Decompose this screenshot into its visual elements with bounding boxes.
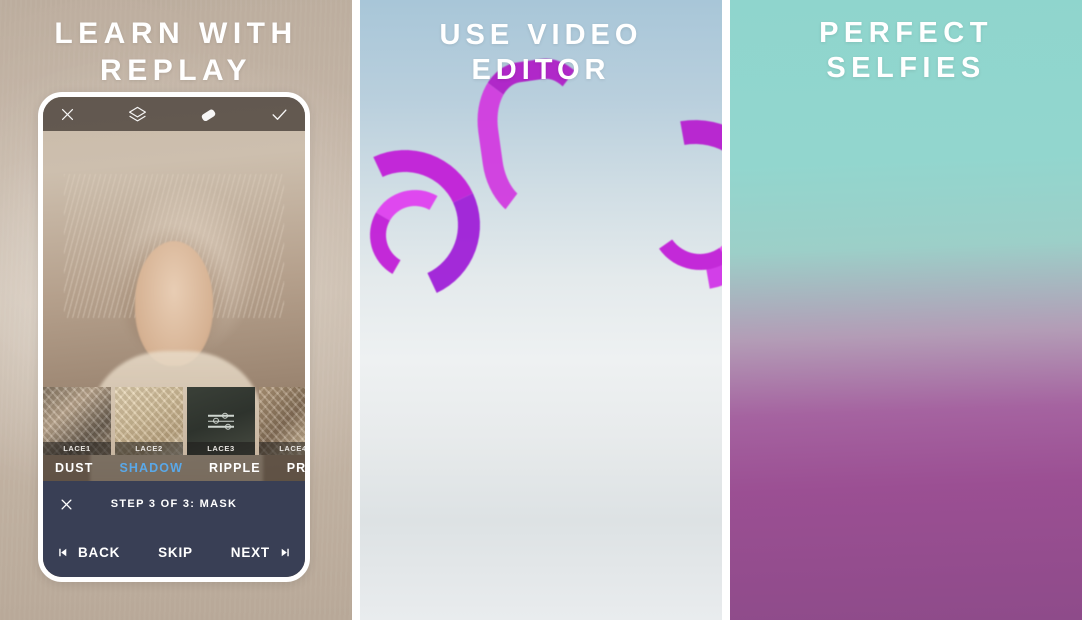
panel-divider-1 [352, 0, 360, 620]
panel-divider-2 [722, 0, 730, 620]
filter-thumbnail-lace3[interactable]: LACE3 [187, 387, 255, 455]
thumbnail-label: LACE4 [259, 442, 305, 455]
tutorial-step-title: STEP 3 OF 3: MASK [110, 498, 238, 510]
next-button[interactable]: NEXT [231, 545, 292, 560]
layers-icon[interactable] [128, 105, 147, 124]
next-label: NEXT [230, 544, 270, 560]
adjust-sliders-icon [208, 412, 234, 430]
panel-1-title: LEARN WITH REPLAY [0, 16, 352, 89]
editor-topbar-1 [43, 97, 305, 131]
panel-3-title-line1: PERFECT [819, 17, 993, 49]
graffiti-backdrop [360, 0, 722, 620]
eraser-icon[interactable] [199, 105, 218, 124]
phone-mockup-1: LACE1 LACE2 LACE3 LACE4 DUST SHADOW RIPP… [38, 92, 310, 582]
back-button[interactable]: BACK [56, 545, 120, 560]
app-store-screenshot-gallery: LEARN WITH REPLAY LACE1 LACE2 LACE3 LACE… [0, 0, 1082, 620]
tutorial-step-header: STEP 3 OF 3: MASK [43, 481, 305, 527]
panel-3-title: PERFECT SELFIES [730, 16, 1082, 87]
back-label: BACK [78, 544, 121, 560]
category-tab-dust[interactable]: DUST [55, 461, 93, 475]
category-tab-prism[interactable]: PRISM [287, 461, 305, 475]
category-tab-shadow[interactable]: SHADOW [119, 461, 183, 475]
panel-2-title: USE VIDEO EDITOR [360, 18, 722, 89]
filter-thumbnail-strip[interactable]: LACE1 LACE2 LACE3 LACE4 [43, 387, 305, 455]
panel-use-video-editor: USE VIDEO EDITOR [360, 0, 722, 620]
panel-1-title-line1: LEARN WITH [54, 17, 298, 50]
filter-thumbnail-lace4[interactable]: LACE4 [259, 387, 305, 455]
panel-1-title-line2: REPLAY [100, 53, 252, 87]
photo-face [134, 241, 214, 366]
skip-next-icon [281, 548, 289, 556]
skip-button[interactable]: SKIP [158, 545, 193, 560]
thumbnail-label: LACE1 [43, 442, 111, 455]
panel-2-title-line1: USE VIDEO [439, 19, 643, 51]
category-tab-ripple[interactable]: RIPPLE [209, 461, 261, 475]
panel-2-title-line2: EDITOR [471, 54, 611, 87]
tutorial-step-nav: BACK SKIP NEXT [43, 527, 305, 577]
filter-category-tabs[interactable]: DUST SHADOW RIPPLE PRISM LIGHT [43, 455, 305, 481]
thumbnail-label: LACE2 [115, 442, 183, 455]
panel-perfect-selfies: PERFECT SELFIES [730, 0, 1082, 620]
skip-previous-icon [59, 548, 67, 556]
panel-3-background [730, 0, 1082, 620]
tutorial-step-bar: STEP 3 OF 3: MASK BACK SKIP NEXT [43, 481, 305, 577]
panel-3-title-line2: SELFIES [826, 52, 986, 85]
filter-thumbnail-lace1[interactable]: LACE1 [43, 387, 111, 455]
close-icon[interactable] [59, 106, 76, 123]
phone-1-screen: LACE1 LACE2 LACE3 LACE4 DUST SHADOW RIPP… [43, 97, 305, 577]
checkmark-icon[interactable] [270, 105, 289, 124]
thumbnail-label: LACE3 [187, 442, 255, 455]
panel-learn-with-replay: LEARN WITH REPLAY LACE1 LACE2 LACE3 LACE… [0, 0, 352, 620]
filter-thumbnail-lace2[interactable]: LACE2 [115, 387, 183, 455]
